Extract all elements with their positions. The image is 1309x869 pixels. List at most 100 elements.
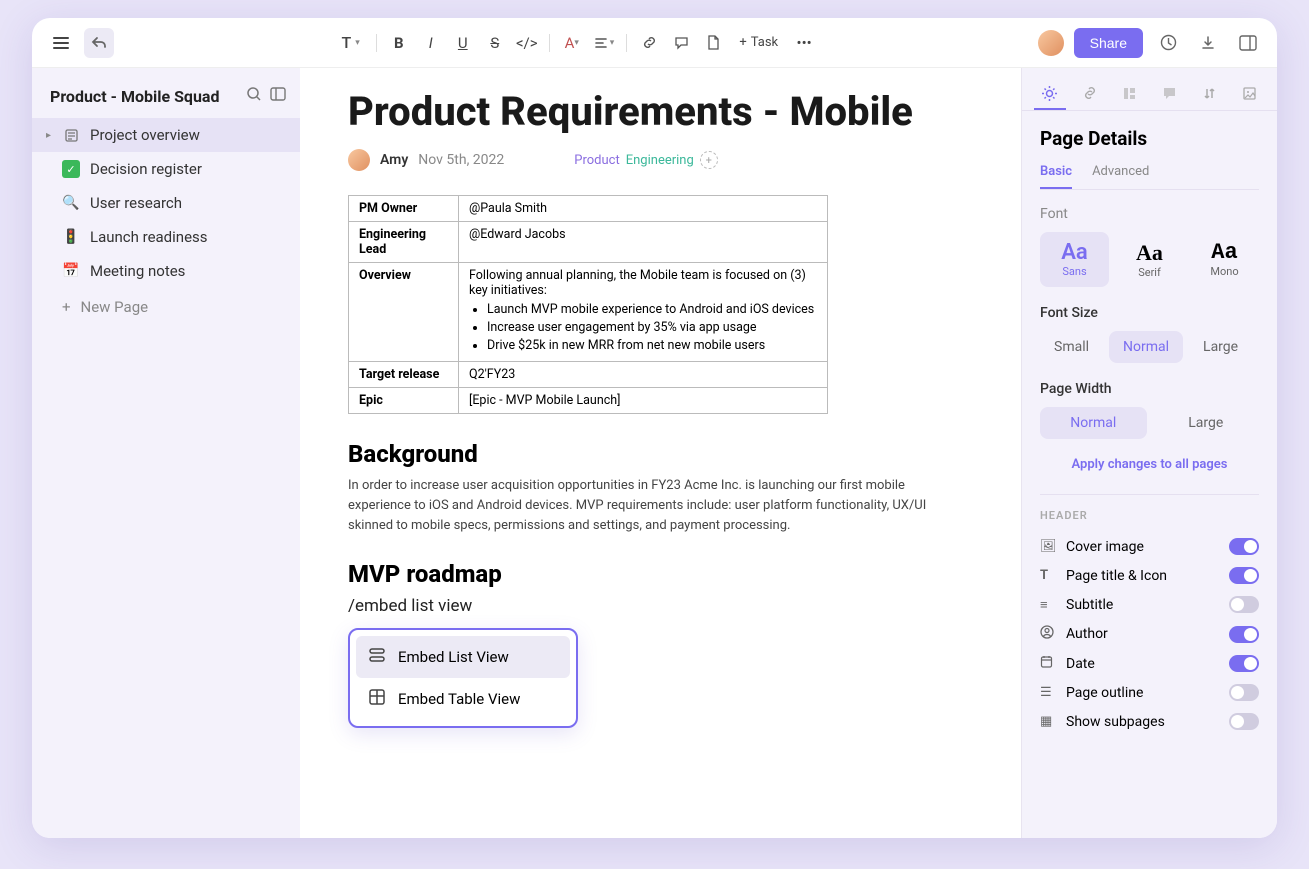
font-size-label: Font Size: [1040, 305, 1259, 321]
embed-table-view-option[interactable]: Embed Table View: [356, 678, 570, 720]
page-button[interactable]: [699, 29, 727, 57]
author-name: Amy: [380, 152, 408, 168]
sidebar-item-label: Meeting notes: [90, 262, 185, 280]
apply-all-link[interactable]: Apply changes to all pages: [1040, 457, 1259, 472]
image-icon: 🖼: [1040, 539, 1056, 554]
switch-author[interactable]: [1229, 626, 1259, 643]
user-avatar[interactable]: [1038, 30, 1064, 56]
background-text: In order to increase user acquisition op…: [348, 476, 958, 536]
panel-tab-image[interactable]: [1233, 78, 1265, 110]
header-section-label: HEADER: [1040, 509, 1259, 522]
tag-engineering[interactable]: Engineering: [626, 153, 694, 168]
share-button[interactable]: Share: [1074, 28, 1143, 58]
font-label: Font: [1040, 206, 1259, 222]
subtab-advanced[interactable]: Advanced: [1092, 164, 1149, 189]
size-large-option[interactable]: Large: [1189, 331, 1252, 363]
width-normal-option[interactable]: Normal: [1040, 407, 1147, 439]
collapse-sidebar-icon[interactable]: [270, 86, 286, 106]
sidebar-item-label: Project overview: [90, 126, 200, 144]
tag-product[interactable]: Product: [574, 153, 619, 168]
italic-button[interactable]: I: [417, 29, 445, 57]
size-normal-option[interactable]: Normal: [1109, 331, 1183, 363]
doc-meta: Amy Nov 5th, 2022 Product Engineering +: [348, 149, 981, 171]
comment-button[interactable]: [667, 29, 695, 57]
author-avatar: [348, 149, 370, 171]
plus-icon: +: [62, 298, 71, 316]
doc-date: Nov 5th, 2022: [418, 152, 504, 168]
top-toolbar: T ▾ B I U S </> A▾ ▾: [32, 18, 1277, 68]
table-view-icon: [368, 688, 386, 710]
font-sans-option[interactable]: AaSans: [1040, 232, 1109, 287]
size-small-option[interactable]: Small: [1040, 331, 1103, 363]
panel-tab-relations[interactable]: [1074, 78, 1106, 110]
sidebar-item-project-overview[interactable]: ▸ Project overview: [32, 118, 300, 152]
add-task-button[interactable]: +Task: [731, 29, 786, 57]
text-style-dropdown[interactable]: T ▾: [334, 29, 368, 57]
switch-page-title[interactable]: [1229, 567, 1259, 584]
bold-button[interactable]: B: [385, 29, 413, 57]
sidebar-item-label: User research: [90, 194, 182, 212]
subtab-basic[interactable]: Basic: [1040, 164, 1072, 189]
mvp-roadmap-heading: MVP roadmap: [348, 560, 981, 588]
font-mono-option[interactable]: AaMono: [1190, 232, 1259, 287]
sidebar-item-launch-readiness[interactable]: 🚦 Launch readiness: [32, 220, 300, 254]
code-button[interactable]: </>: [513, 29, 541, 57]
link-button[interactable]: [635, 29, 663, 57]
search-icon[interactable]: [246, 86, 262, 106]
sidebar-item-decision-register[interactable]: ✓ Decision register: [32, 152, 300, 186]
panel-tab-settings[interactable]: [1034, 78, 1066, 110]
panel-title: Page Details: [1040, 127, 1259, 150]
subtitle-icon: ≡: [1040, 597, 1056, 613]
sidebar-item-meeting-notes[interactable]: 📅 Meeting notes: [32, 254, 300, 288]
font-serif-option[interactable]: AaSerif: [1115, 232, 1184, 287]
chevron-right-icon: ▸: [46, 130, 51, 141]
panel-tab-sort[interactable]: [1193, 78, 1225, 110]
panel-tab-comments[interactable]: [1153, 78, 1185, 110]
toggle-show-subpages: ▦Show subpages: [1040, 707, 1259, 736]
document-body[interactable]: Product Requirements - Mobile Amy Nov 5t…: [300, 68, 1021, 838]
panel-tab-blocks[interactable]: [1114, 78, 1146, 110]
history-button[interactable]: [1153, 28, 1183, 58]
switch-date[interactable]: [1229, 655, 1259, 672]
switch-show-subpages[interactable]: [1229, 713, 1259, 730]
add-tag-button[interactable]: +: [700, 151, 718, 169]
toggle-cover-image: 🖼Cover image: [1040, 532, 1259, 561]
toggle-date: Date: [1040, 649, 1259, 678]
more-button[interactable]: •••: [790, 29, 818, 57]
toggle-page-title: TPage title & Icon: [1040, 561, 1259, 590]
right-panel: Page Details Basic Advanced Font AaSans …: [1021, 68, 1277, 838]
outline-icon: ☰: [1040, 685, 1056, 700]
slash-command-text: /embed list view: [348, 596, 981, 616]
undo-button[interactable]: [84, 28, 114, 58]
embed-list-view-option[interactable]: Embed List View: [356, 636, 570, 678]
align-button[interactable]: ▾: [590, 29, 619, 57]
menu-button[interactable]: [46, 28, 76, 58]
sidebar-item-user-research[interactable]: 🔍 User research: [32, 186, 300, 220]
new-page-button[interactable]: + New Page: [32, 288, 300, 324]
sidebar: Product - Mobile Squad ▸ Project: [32, 68, 300, 838]
magnifier-icon: 🔍: [62, 194, 80, 212]
panel-toggle-button[interactable]: [1233, 28, 1263, 58]
sidebar-item-label: Launch readiness: [90, 228, 208, 246]
app-window: T ▾ B I U S </> A▾ ▾: [32, 18, 1277, 838]
text-icon: T: [1040, 568, 1056, 583]
width-large-option[interactable]: Large: [1153, 407, 1260, 439]
page-title: Product Requirements - Mobile: [348, 88, 981, 135]
toggle-author: Author: [1040, 619, 1259, 649]
calendar-icon: 📅: [62, 262, 80, 280]
list-view-icon: [368, 646, 386, 668]
switch-cover-image[interactable]: [1229, 538, 1259, 555]
toggle-page-outline: ☰Page outline: [1040, 678, 1259, 707]
text-color-button[interactable]: A▾: [558, 29, 586, 57]
switch-page-outline[interactable]: [1229, 684, 1259, 701]
slash-command-menu: Embed List View Embed Table View: [348, 628, 578, 728]
strikethrough-button[interactable]: S: [481, 29, 509, 57]
background-heading: Background: [348, 440, 981, 468]
calendar-icon: [1040, 655, 1056, 672]
download-button[interactable]: [1193, 28, 1223, 58]
switch-subtitle[interactable]: [1229, 596, 1259, 613]
check-icon: ✓: [62, 160, 80, 178]
underline-button[interactable]: U: [449, 29, 477, 57]
toggle-subtitle: ≡Subtitle: [1040, 590, 1259, 619]
person-icon: [1040, 625, 1056, 643]
